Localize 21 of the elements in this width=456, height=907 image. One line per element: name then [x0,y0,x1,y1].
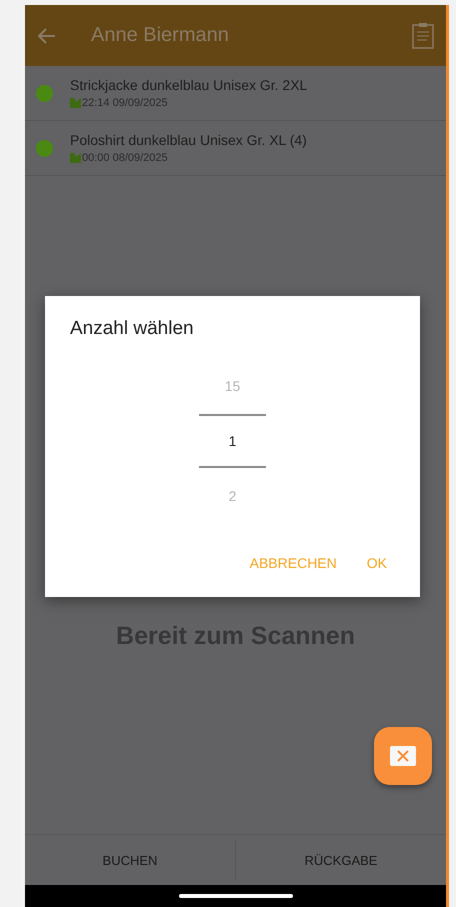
picker-value[interactable]: 15 [199,358,266,414]
item-name: Strickjacke dunkelblau Unisex Gr. 2XL [70,77,308,93]
tag-icon [70,153,81,163]
dialog-button[interactable]: ABBRECHEN [242,549,345,577]
picker-value[interactable]: 2 [199,468,266,524]
clipboard-icon[interactable] [412,22,434,49]
picker-value[interactable]: 1 [199,414,266,468]
app-bar-title: Anne Biermann [91,24,230,47]
item-name: Poloshirt dunkelblau Unisex Gr. XL (4) [70,132,307,148]
back-arrow-icon[interactable] [37,26,57,46]
timestamp: 00:00 08/09/2025 [82,152,168,164]
cancel-fab[interactable] [374,727,432,785]
bottom-tab[interactable]: RÜCKGABE [235,840,446,880]
tag-icon [70,98,81,108]
item-row[interactable]: Strickjacke dunkelblau Unisex Gr. 2XL 22:14 09/09/2025 [25,66,446,121]
timestamp: 22:14 09/09/2025 [82,97,168,109]
close-icon [390,746,416,766]
dialog-button[interactable]: OK [358,549,395,577]
item-row[interactable]: Poloshirt dunkelblau Unisex Gr. XL (4) 00:00 08/09/2025 [25,121,446,176]
dialog-title: Anzahl wählen [70,318,195,340]
bottom-tab[interactable]: BUCHEN [25,840,235,880]
